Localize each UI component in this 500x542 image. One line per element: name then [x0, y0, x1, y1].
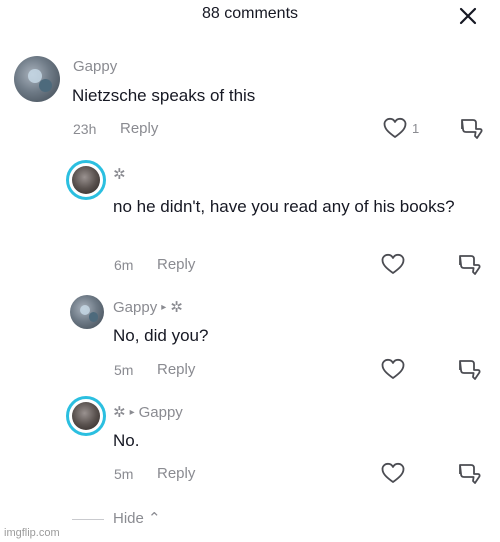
dislike-icon[interactable] [456, 357, 482, 381]
like-count: 1 [412, 121, 420, 136]
comment-author: Gappy [113, 299, 158, 316]
divider [72, 519, 104, 520]
comment-author: ✲ [113, 404, 126, 421]
reply-to-user[interactable]: ✲ [170, 299, 183, 316]
comment-username[interactable]: Gappy ▸ ✲ [113, 298, 183, 316]
reply-button[interactable]: Reply [157, 256, 195, 273]
comment-username[interactable]: Gappy [73, 58, 117, 75]
avatar[interactable] [66, 160, 106, 200]
watermark: imgflip.com [4, 527, 60, 539]
comment-text: no he didn't, have you read any of his b… [113, 197, 455, 216]
like-heart-icon[interactable] [380, 357, 406, 381]
avatar[interactable] [14, 56, 60, 102]
comment-text: No. [113, 431, 140, 450]
dislike-icon[interactable] [458, 116, 484, 140]
comment-timestamp: 23h [73, 121, 97, 137]
comment-text: Nietzsche speaks of this [72, 86, 256, 105]
dislike-icon[interactable] [456, 252, 482, 276]
comment-timestamp: 5m [114, 466, 134, 482]
avatar[interactable] [70, 295, 104, 329]
comment-username[interactable]: ✲ [113, 165, 126, 183]
reply-button[interactable]: Reply [157, 465, 195, 482]
comment-text: No, did you? [113, 326, 209, 345]
comments-count-title: 88 comments [201, 5, 299, 22]
dislike-icon[interactable] [456, 461, 482, 485]
hide-replies-button[interactable]: Hide ⌃ [113, 509, 161, 527]
like-heart-icon[interactable] [382, 116, 408, 140]
comments-header: 88 comments [0, 0, 500, 30]
reply-button[interactable]: Reply [157, 361, 195, 378]
reply-arrow-icon: ▸ [129, 407, 135, 418]
avatar[interactable] [66, 396, 106, 436]
comment-timestamp: 6m [114, 257, 134, 273]
reply-to-user[interactable]: Gappy [139, 404, 183, 421]
reply-button[interactable]: Reply [120, 120, 158, 137]
reply-arrow-icon: ▸ [161, 302, 167, 313]
like-heart-icon[interactable] [380, 252, 406, 276]
comment-timestamp: 5m [114, 362, 134, 378]
comment-username[interactable]: ✲ ▸ Gappy [113, 403, 183, 421]
like-heart-icon[interactable] [380, 461, 406, 485]
close-icon[interactable] [454, 2, 482, 30]
